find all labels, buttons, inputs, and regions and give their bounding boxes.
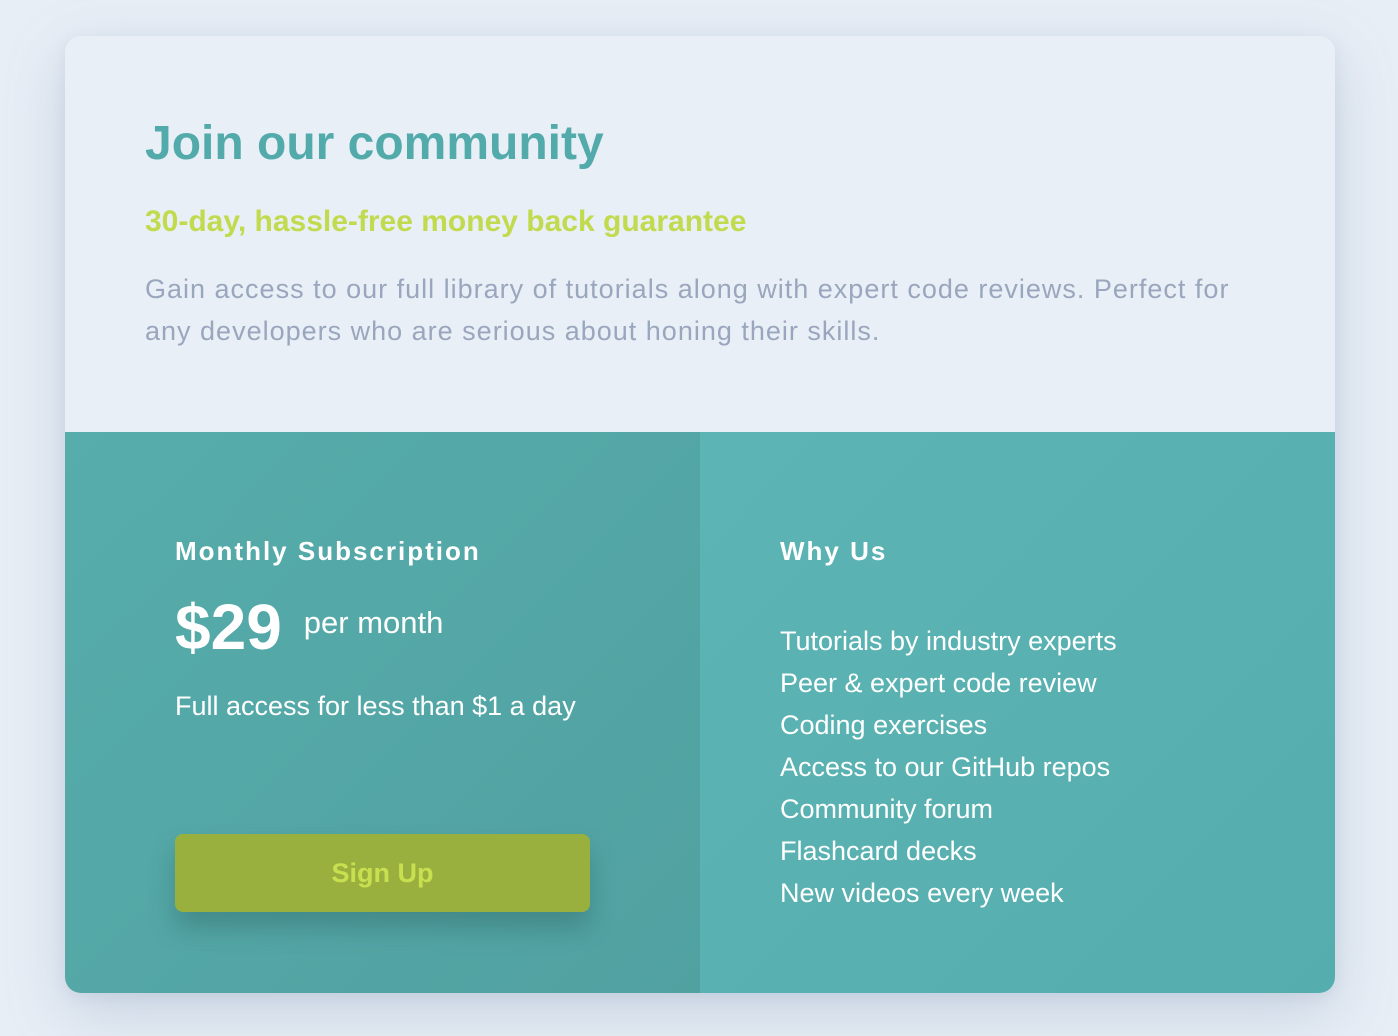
features-list: Tutorials by industry experts Peer & exp… (780, 620, 1117, 914)
pricing-card: Join our community 30-day, hassle-free m… (65, 36, 1335, 993)
description-text: Gain access to our full library of tutor… (145, 274, 1230, 346)
feature-item: Coding exercises (780, 710, 988, 740)
price-amount: $29 (175, 591, 282, 663)
feature-item: Tutorials by industry experts (780, 626, 1117, 656)
sign-up-button[interactable]: Sign Up (175, 834, 590, 912)
subscription-heading: Monthly Subscription (175, 536, 481, 566)
subscription-panel: Monthly Subscription $29 per month Full a… (65, 432, 700, 993)
feature-item: Peer & expert code review (780, 668, 1097, 698)
guarantee-subtitle: 30-day, hassle-free money back guarantee (145, 205, 747, 238)
page-title: Join our community (145, 117, 604, 170)
feature-item: Access to our GitHub repos (780, 752, 1111, 782)
card-bottom-section: Monthly Subscription $29 per month Full a… (65, 432, 1335, 993)
why-us-heading: Why Us (780, 536, 888, 566)
feature-item: Community forum (780, 794, 994, 824)
price-period: per month (303, 605, 444, 640)
price-row: $29 per month (175, 592, 443, 662)
feature-item: New videos every week (780, 878, 1064, 908)
card-header-section: Join our community 30-day, hassle-free m… (65, 36, 1335, 432)
feature-item: Flashcard decks (780, 836, 977, 866)
why-us-panel: Why Us Tutorials by industry experts Pee… (700, 432, 1335, 993)
price-tagline: Full access for less than $1 a day (175, 691, 576, 721)
